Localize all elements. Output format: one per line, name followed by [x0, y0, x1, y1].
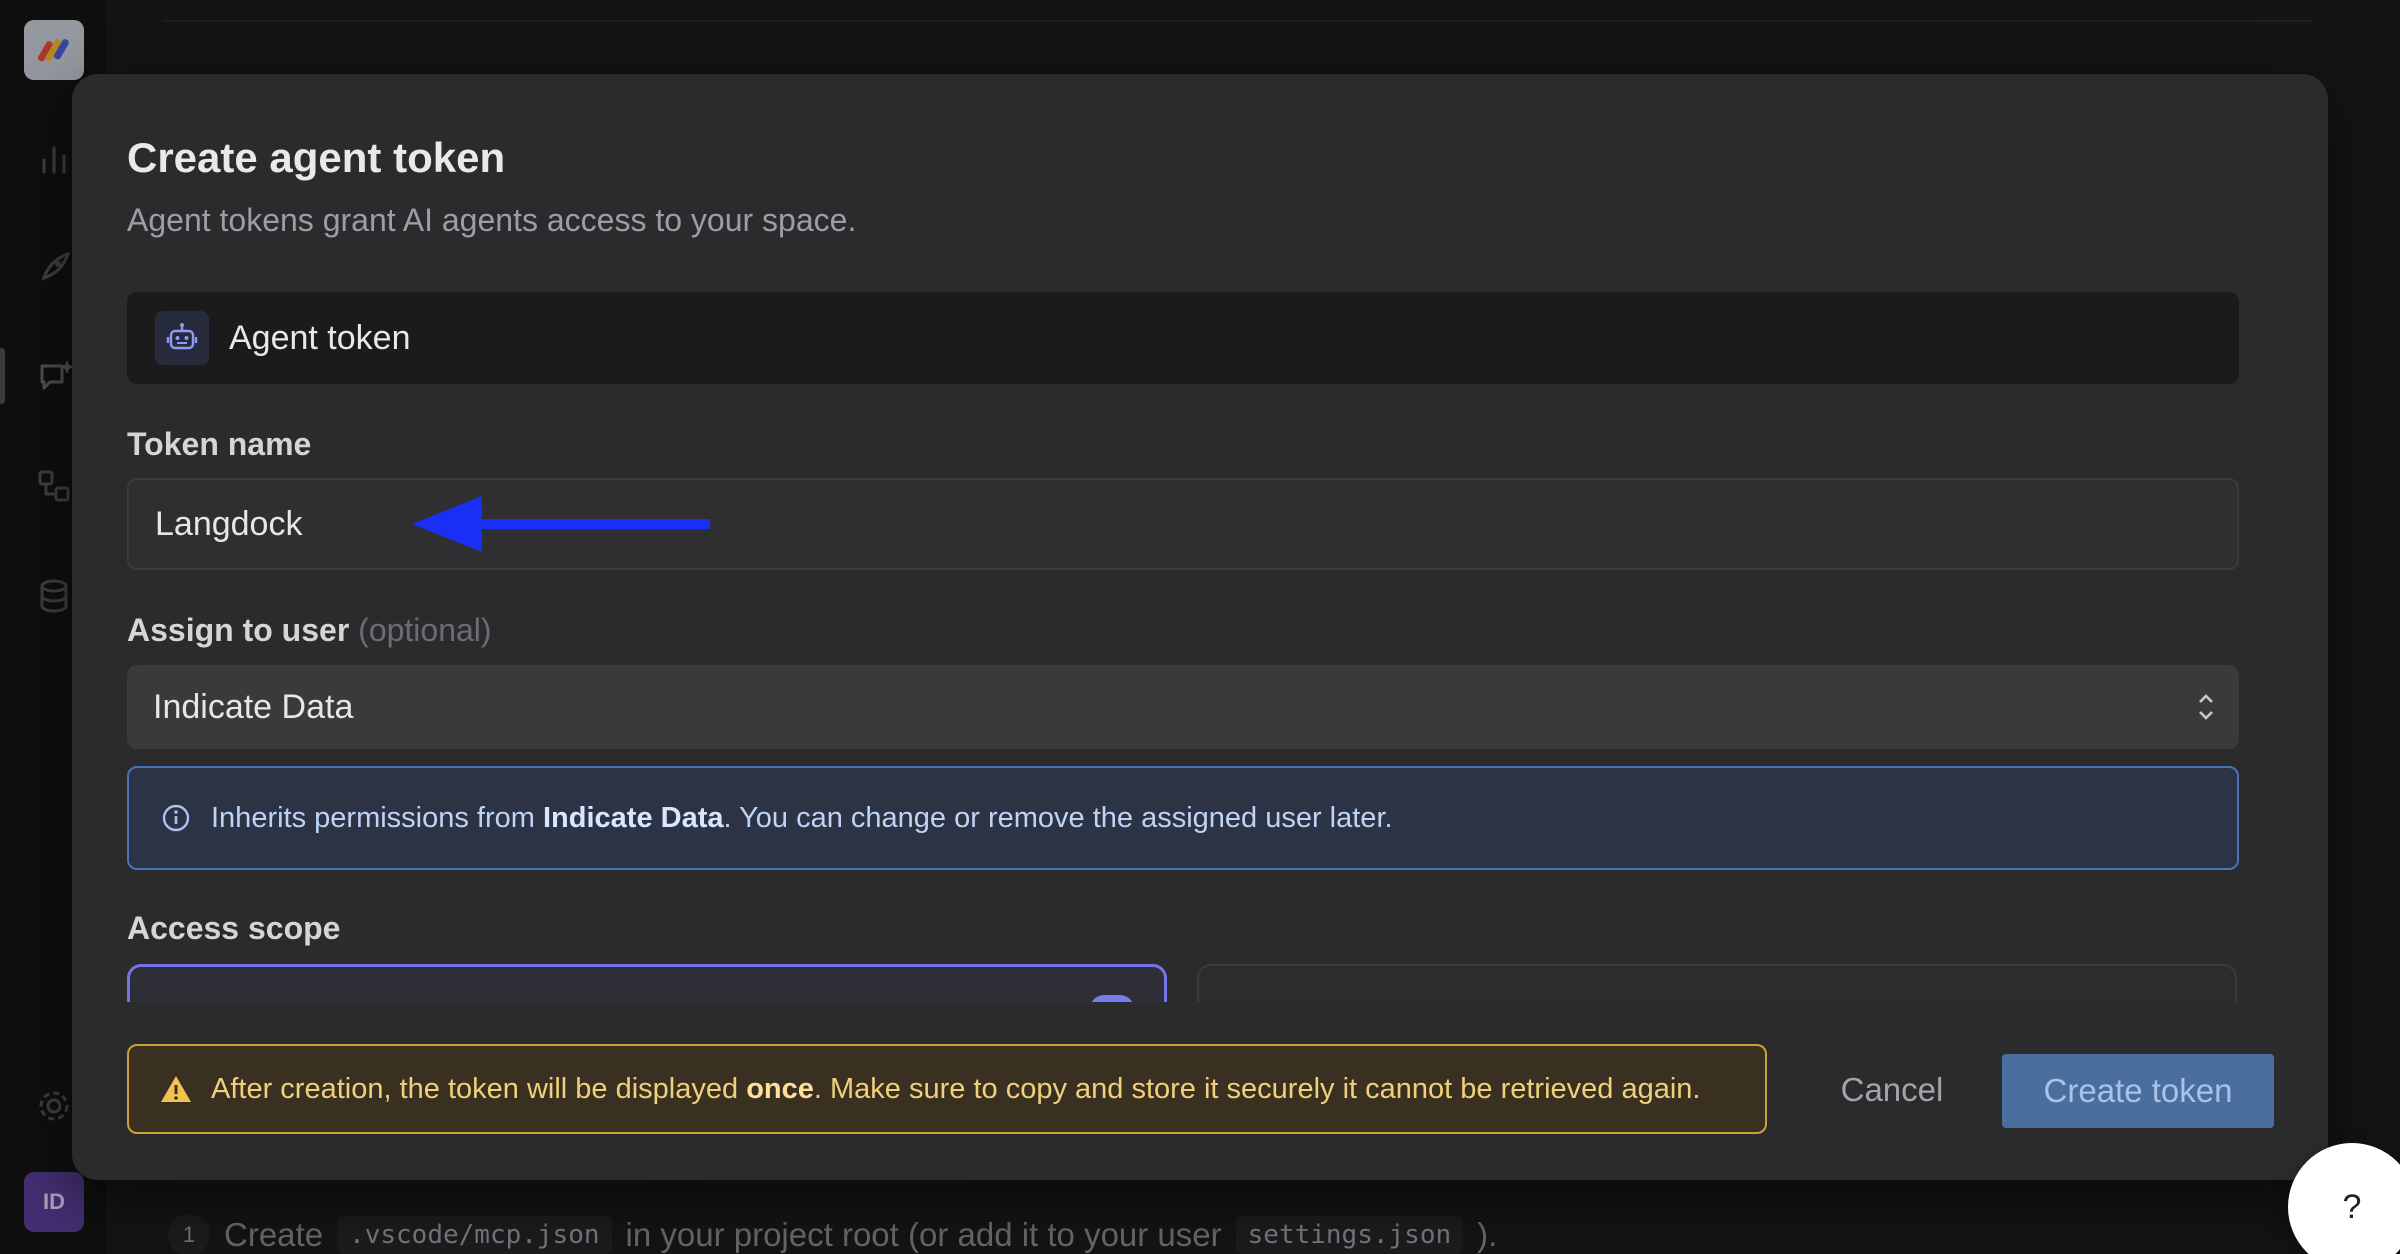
info-text: Inherits permissions from Indicate Data.…: [211, 802, 1393, 835]
warning-suffix: . Make sure to copy and store it securel…: [813, 1072, 1701, 1105]
warning-text: After creation, the token will be displa…: [211, 1073, 1700, 1106]
chevron-up-down-icon: [2199, 694, 2213, 720]
annotation-arrow-icon: [412, 496, 710, 552]
create-token-dialog: Create agent token Agent tokens grant AI…: [72, 74, 2328, 1180]
warning-banner: After creation, the token will be displa…: [127, 1044, 1767, 1134]
robot-icon: [155, 311, 209, 365]
warning-prefix: After creation, the token will be displa…: [211, 1072, 739, 1105]
assign-user-selected: Indicate Data: [153, 687, 354, 726]
info-suffix: . You can change or remove the assigned …: [723, 801, 1393, 834]
token-type-label: Agent token: [229, 318, 411, 357]
token-name-label: Token name: [127, 426, 312, 462]
info-user: Indicate Data: [543, 801, 724, 834]
assign-user-label-text: Assign to user: [127, 612, 350, 648]
optional-tag: (optional): [358, 612, 492, 648]
assign-user-label: Assign to user (optional): [127, 612, 492, 649]
warning-icon: [161, 1076, 191, 1102]
token-type-bar: Agent token: [127, 292, 2239, 384]
create-token-button[interactable]: Create token: [2002, 1054, 2274, 1128]
permissions-info-banner: Inherits permissions from Indicate Data.…: [127, 766, 2239, 870]
cancel-button[interactable]: Cancel: [1812, 1054, 1972, 1126]
info-prefix: Inherits permissions from: [211, 801, 535, 834]
dialog-footer: After creation, the token will be displa…: [72, 1002, 2328, 1180]
dialog-subtitle: Agent tokens grant AI agents access to y…: [127, 202, 857, 238]
access-scope-label: Access scope: [127, 910, 341, 946]
dialog-title: Create agent token: [127, 134, 506, 181]
info-icon: [162, 804, 190, 832]
warning-emphasis: once: [746, 1072, 814, 1105]
assign-user-select[interactable]: Indicate Data: [127, 665, 2239, 749]
